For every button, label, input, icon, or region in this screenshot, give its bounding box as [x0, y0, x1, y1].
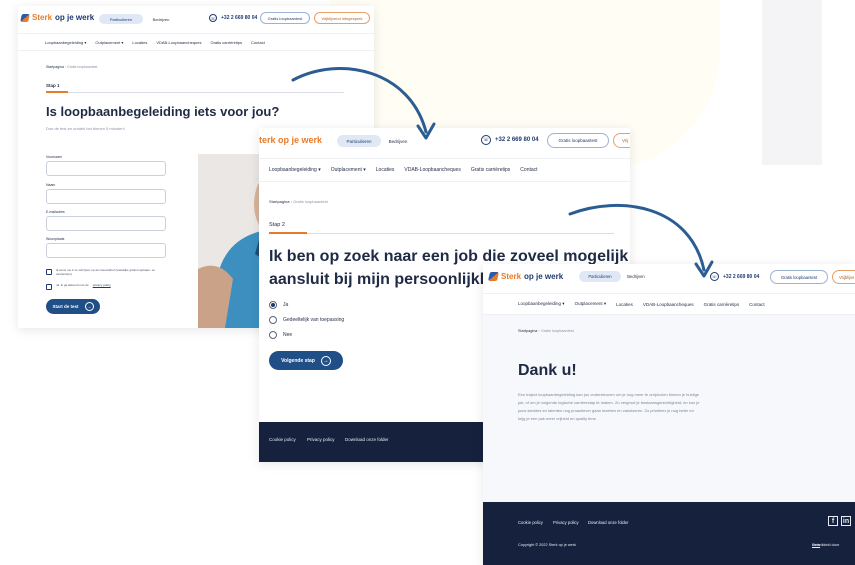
arrow-step1-to-step2 — [291, 67, 428, 134]
flow-arrows — [291, 67, 714, 278]
arrow-step2-to-step3 — [568, 203, 706, 272]
